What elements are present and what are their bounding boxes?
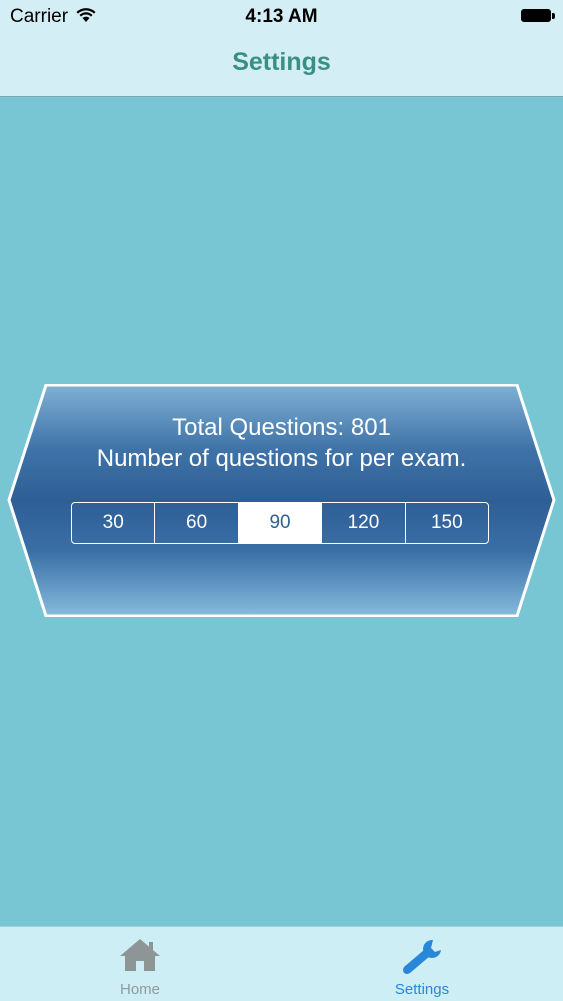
tab-settings-label: Settings — [394, 981, 450, 998]
segment-150[interactable]: 150 — [406, 503, 488, 543]
status-bar: Carrier 4:13 AM — [0, 0, 563, 32]
page-title: Settings — [232, 48, 331, 76]
status-time: 4:13 AM — [245, 6, 318, 27]
tab-settings[interactable]: Settings — [352, 927, 492, 1001]
tab-bar: Home Settings — [0, 926, 563, 1001]
segment-90[interactable]: 90 — [238, 503, 323, 543]
home-icon — [120, 939, 160, 971]
tab-home-label: Home — [119, 981, 160, 998]
battery-icon — [521, 9, 551, 22]
question-count-selector[interactable]: 30 60 90 120 150 — [71, 502, 489, 544]
battery-tip — [552, 13, 555, 19]
tab-home[interactable]: Home — [70, 927, 210, 1001]
top-bar: Carrier 4:13 AM Settings — [0, 0, 563, 97]
total-questions-label: Total Questions: 801 — [172, 414, 391, 441]
questions-per-exam-label: Number of questions for per exam. — [96, 445, 467, 472]
segment-60[interactable]: 60 — [155, 503, 239, 543]
wrench-icon — [403, 939, 441, 974]
segment-120[interactable]: 120 — [322, 503, 406, 543]
segment-30[interactable]: 30 — [72, 503, 156, 543]
